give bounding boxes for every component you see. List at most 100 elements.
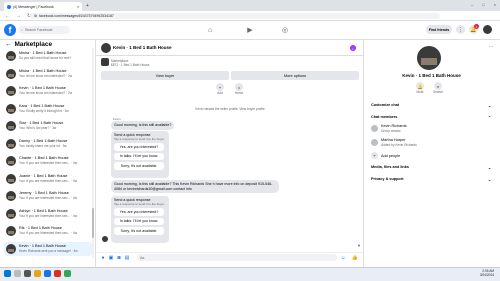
conversation-item[interactable]: Kevin · 1 Bed 1 Bath House Kevin Richards…: [4, 241, 92, 256]
search-icon: ⌕: [434, 82, 442, 90]
conversation-item[interactable]: Kevin · 1 Bed 1 Bath House You: let me kn…: [6, 84, 92, 98]
conversation-item[interactable]: Chante · 1 Bed 1 Bath House You: If you a…: [6, 154, 92, 168]
conversation-preview: You: If you are interested then sen... ·…: [19, 178, 77, 183]
scroll-down-icon[interactable]: ▼: [357, 243, 361, 248]
image-icon[interactable]: ▣: [108, 255, 114, 261]
privacy-section[interactable]: Privacy & support ⌄: [371, 177, 491, 182]
profile-avatar[interactable]: [483, 25, 492, 34]
quick-reply-yes-button[interactable]: Yes, are you interested?: [114, 143, 164, 151]
groups-nav-icon[interactable]: ◎: [280, 25, 290, 35]
listing-buttons: View buyer More options: [101, 71, 359, 80]
chevron-down-icon: ⌄: [487, 166, 491, 170]
like-icon[interactable]: 👍: [352, 255, 358, 261]
quick-reply-in-talks-button[interactable]: In talks. I'll let you know.: [114, 217, 164, 225]
quick-reply-in-talks-button[interactable]: In talks. I'll let you know.: [114, 152, 164, 160]
forward-icon[interactable]: →: [16, 13, 21, 19]
sticker-icon[interactable]: ◙: [116, 255, 122, 261]
facebook-logo-icon[interactable]: f: [4, 24, 16, 36]
conversation-item[interactable]: Misha · 1 Bed 1 Bath House You: let me kn…: [6, 67, 92, 81]
windows-taskbar: [0, 267, 500, 281]
conversation-item[interactable]: Ashlyn · 1 Bed 1 Bath House You: If you a…: [6, 207, 92, 221]
conversation-item[interactable]: Kara · 1 Bed 1 Bath House You: Kindly ver…: [6, 102, 92, 116]
details-avatar[interactable]: [417, 46, 441, 70]
view-buyer-button[interactable]: View buyer: [101, 71, 229, 80]
listing-info: Marketplace $871 · 1 Bed 1 Bath House: [111, 59, 149, 67]
facebook-search-input[interactable]: ⌕ Search Facebook: [18, 25, 70, 34]
conversation-avatar: [6, 173, 16, 184]
find-friends-button[interactable]: Find friends: [426, 25, 452, 34]
back-arrow-icon[interactable]: ←: [5, 41, 12, 48]
media-section[interactable]: Media, files and links ⌄: [371, 165, 491, 170]
marketplace-title: ← Marketplace: [5, 41, 52, 48]
conversation-item[interactable]: Misha · 1 Bed 1 Bath House Do you still n…: [6, 49, 92, 63]
tab-close-icon[interactable]: ×: [77, 5, 79, 9]
file-explorer-icon[interactable]: [34, 270, 41, 277]
conversation-item[interactable]: Rik · 1 Bed 1 Bath House You: If you are …: [6, 224, 92, 238]
system-clock[interactable]: 2:05 AM 3/24/2024: [480, 269, 494, 277]
message-bubble[interactable]: Good morning, is this still available? T…: [111, 180, 279, 194]
browser-tab[interactable]: (4) Messenger | Facebook ×: [4, 2, 82, 11]
member-avatar: [371, 125, 378, 133]
add-action[interactable]: + Add: [213, 83, 227, 95]
gif-icon[interactable]: ▤: [124, 255, 130, 261]
watch-nav-icon[interactable]: ▶: [245, 25, 255, 35]
quick-response-card: Send a quick response Tap a response to …: [111, 196, 169, 243]
url-field[interactable]: ⚙ facebook.com/messages/t/243737949925341…: [30, 13, 440, 19]
taskbar-search-icon[interactable]: [14, 270, 21, 277]
conversation-item[interactable]: Jeremy · 1 Bed 1 Bath House You: If you a…: [6, 189, 92, 203]
task-view-icon[interactable]: [24, 270, 31, 277]
search-action[interactable]: ⌕ Search: [432, 82, 444, 94]
emoji-icon[interactable]: ☺: [340, 255, 346, 261]
more-options-button[interactable]: More options: [231, 71, 359, 80]
message-bubble[interactable]: Good morning, is this still available?: [111, 121, 175, 130]
chrome-icon[interactable]: [44, 270, 51, 277]
chat-avatar[interactable]: [101, 43, 111, 53]
conversation-preview: You: If you are interested then sen... ·…: [19, 231, 77, 235]
quick-reply-yes-button[interactable]: Yes, are you interested?: [114, 208, 164, 216]
site-info-icon[interactable]: ⚙: [34, 14, 37, 18]
chat-title[interactable]: Kevin · 1 Bed 1 Bath House: [113, 45, 172, 50]
add-people-button[interactable]: + Add people: [371, 152, 400, 159]
message-input[interactable]: Aa: [137, 254, 337, 261]
home-nav-icon[interactable]: ⌂: [205, 25, 215, 35]
maximize-icon[interactable]: □: [482, 2, 484, 7]
member-item[interactable]: Kevin Richards Group creator: [371, 124, 407, 133]
customize-chat-section[interactable]: Customize chat ⌄: [371, 103, 491, 108]
menu-grid-icon[interactable]: ⋮: [456, 25, 465, 34]
quick-reply-sorry-button[interactable]: Sorry, it's not available.: [114, 162, 164, 170]
app-icon[interactable]: [64, 270, 71, 277]
conversation-item[interactable]: Star · 1 Bed 1 Bath House You: Who's 3rd …: [6, 119, 92, 133]
mic-icon[interactable]: ●: [100, 255, 106, 261]
quick-reply-sorry-button[interactable]: Sorry, it's not available.: [114, 227, 164, 235]
home-action[interactable]: ⌂ Home: [232, 83, 246, 95]
system-note: Kevin viewed the seller profile. View bu…: [195, 107, 265, 111]
minimize-icon[interactable]: –: [471, 2, 473, 7]
sender-avatar[interactable]: [102, 236, 108, 242]
start-icon[interactable]: [4, 270, 11, 277]
close-window-icon[interactable]: ×: [494, 2, 496, 7]
back-icon[interactable]: ←: [5, 13, 10, 19]
add-label: Add: [217, 91, 223, 95]
listing-thumbnail[interactable]: [101, 58, 109, 66]
conversation-item[interactable]: Joanie · 1 Bed 1 Bath House You: If you a…: [6, 172, 92, 186]
new-tab-icon[interactable]: +: [86, 3, 89, 9]
mute-action[interactable]: 🔔 Mute: [414, 82, 426, 94]
conversation-preview: You: Who's 3rd year? · 3w: [19, 126, 57, 130]
more-icon[interactable]: ⋯: [489, 44, 493, 49]
conversation-avatar: [6, 51, 16, 61]
url-text: facebook.com/messages/t/2437379499253418…: [39, 14, 114, 18]
list-scrollbar-thumb[interactable]: [92, 208, 94, 238]
listing-title[interactable]: $871 · 1 Bed 1 Bath House: [111, 63, 149, 67]
conversation-preview: You: If you are interested then sen... ·…: [19, 161, 77, 165]
conversation-preview: You: let me know am interested? · 2w: [19, 73, 73, 78]
chat-info-icon[interactable]: i: [350, 45, 356, 51]
chevron-down-icon: ⌄: [487, 104, 491, 108]
facebook-favicon-icon: [7, 4, 11, 9]
add-icon: +: [216, 83, 224, 91]
notification-badge: 4: [474, 24, 479, 29]
conversation-item[interactable]: Danny · 1 Bed 1 Bath House You: kindly sh…: [6, 137, 92, 151]
member-role: Added by Kevin Richards: [381, 142, 417, 147]
member-item[interactable]: Martha Harper Added by Kevin Richards: [371, 138, 417, 147]
app-icon[interactable]: [54, 270, 61, 277]
chat-members-section[interactable]: Chat members ⌃: [371, 115, 491, 120]
